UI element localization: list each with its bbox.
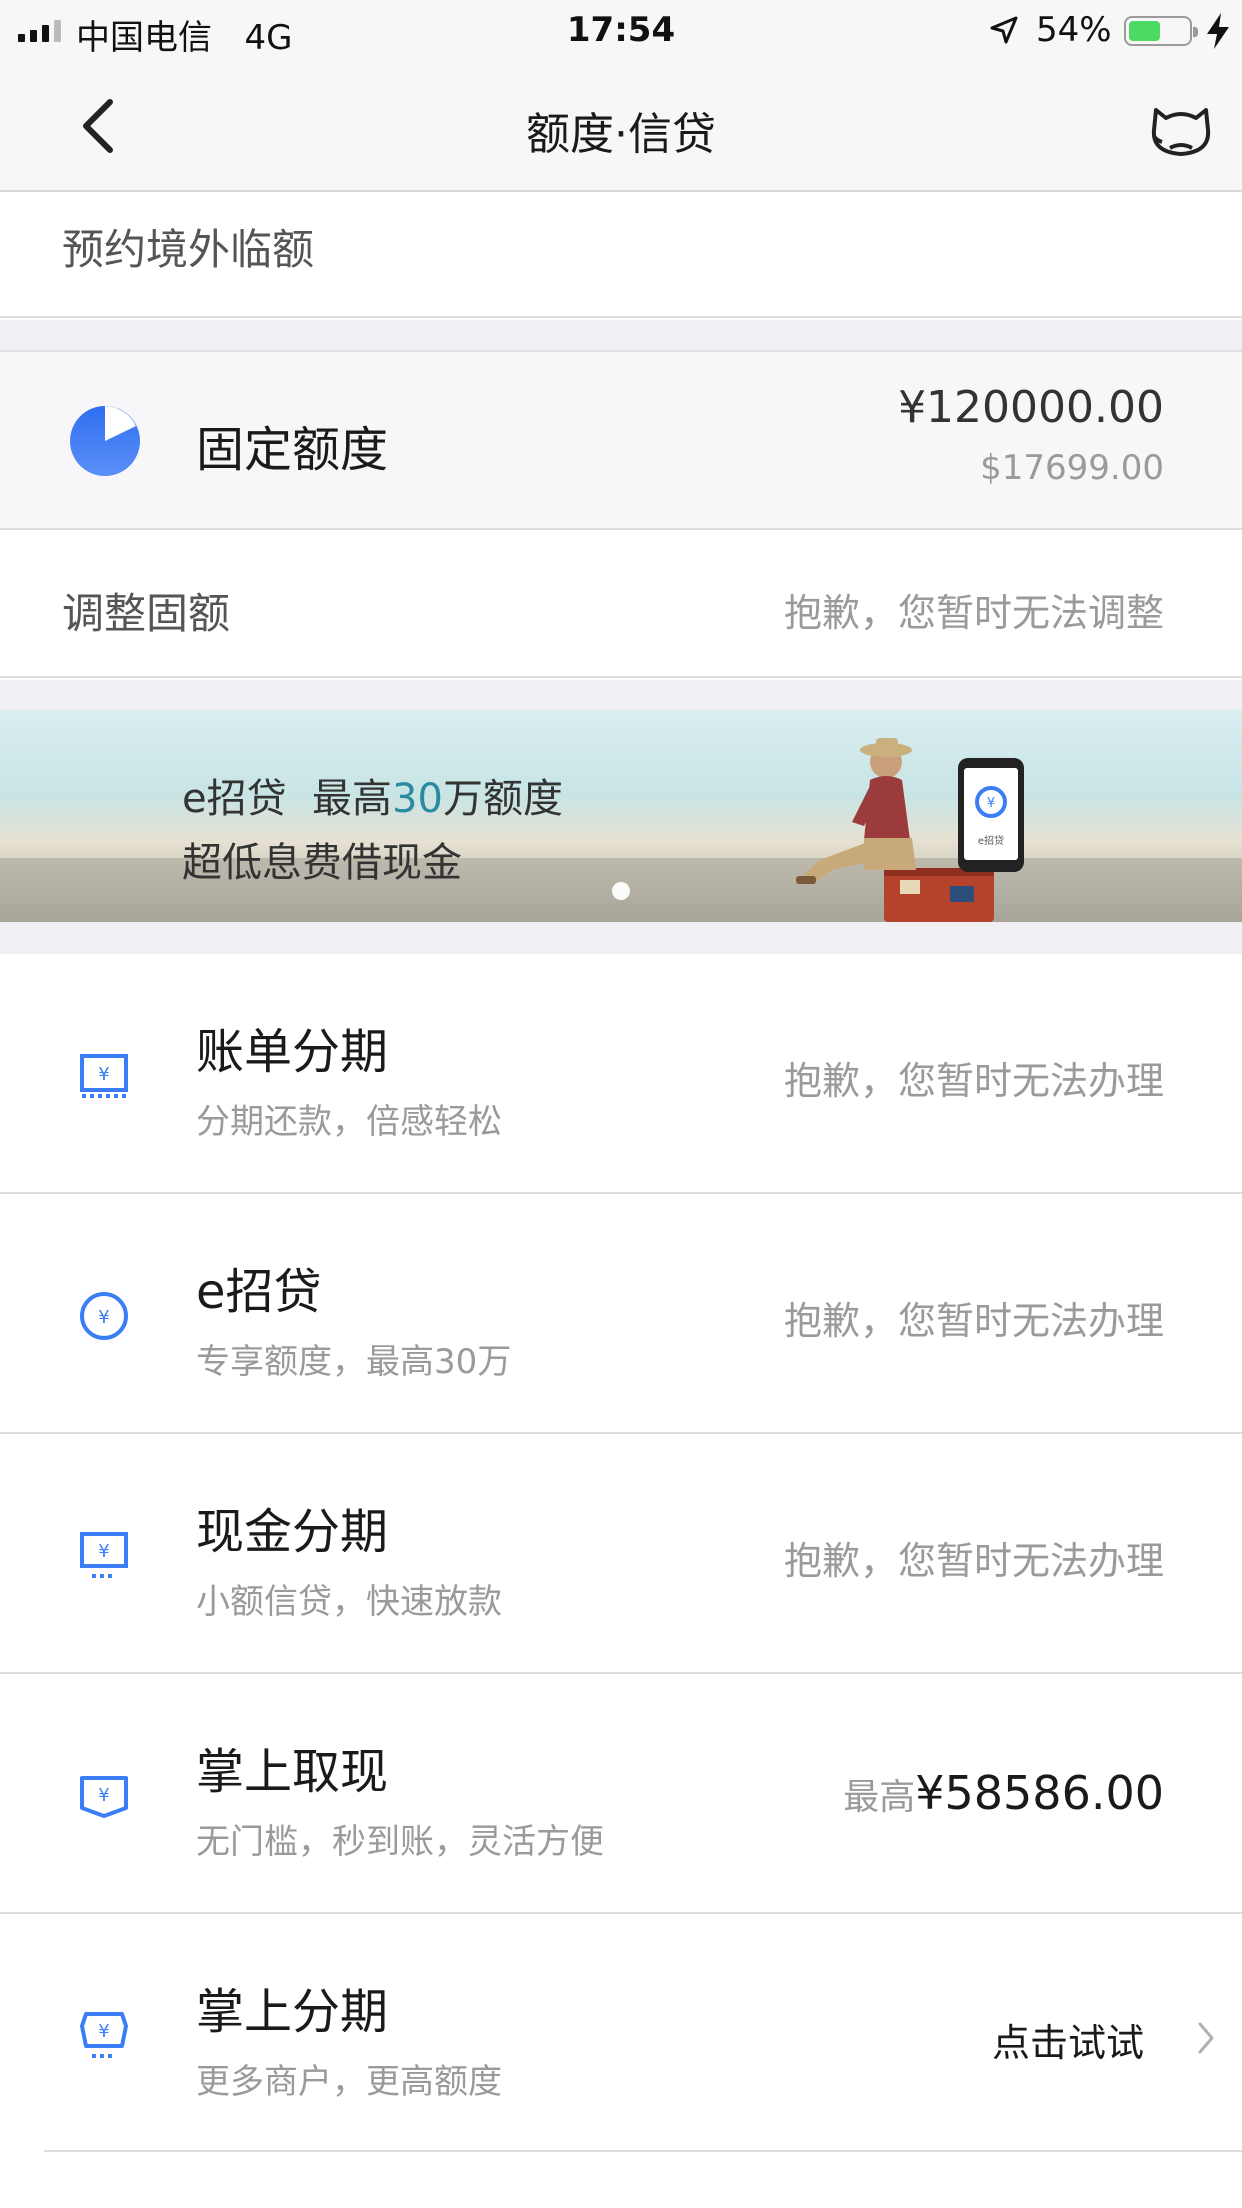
product-e-loan[interactable]: ¥ e招贷 专享额度，最高30万 抱歉，您暂时无法办理: [0, 1194, 1242, 1434]
product-name: e招贷: [196, 1264, 322, 1320]
product-cash-installment[interactable]: ¥ 现金分期 小额信贷，快速放款 抱歉，您暂时无法办理: [0, 1434, 1242, 1674]
product-status: 抱歉，您暂时无法办理: [783, 1299, 1164, 1343]
list-end-divider: [44, 2150, 1242, 2152]
adjust-fixed-limit-row[interactable]: 调整固额 抱歉，您暂时无法调整: [0, 530, 1242, 678]
product-name: 现金分期: [196, 1504, 389, 1560]
charging-bolt-icon: [1207, 13, 1229, 49]
promo-banner[interactable]: e招贷 最高30万额度 超低息费借现金 ¥ e招贷: [0, 710, 1242, 922]
prebook-label: 预约境外临额: [62, 225, 315, 274]
product-status: 抱歉，您暂时无法办理: [783, 1539, 1164, 1583]
product-name: 掌上分期: [196, 1984, 389, 2040]
mobile-installment-icon: ¥: [80, 2012, 128, 2058]
banner-subline: 超低息费借现金: [182, 840, 462, 886]
max-withdraw-amount: 最高¥58586.00: [843, 1766, 1164, 1820]
product-mobile-installment[interactable]: ¥ 掌上分期 更多商户，更高额度 点击试试: [0, 1914, 1242, 2154]
cash-withdraw-icon: ¥: [80, 1776, 128, 1818]
adjust-label: 调整固额: [62, 589, 231, 638]
section-gap: [0, 680, 1242, 710]
svg-text:¥: ¥: [98, 1541, 109, 1562]
prebook-overseas-limit-row[interactable]: 预约境外临额: [0, 192, 1242, 318]
location-arrow-icon: [990, 16, 1018, 44]
battery-percent: 54%: [1036, 10, 1112, 50]
banner-phone-label: e招贷: [978, 834, 1004, 847]
product-name: 账单分期: [196, 1024, 389, 1080]
svg-text:¥: ¥: [98, 2021, 109, 2042]
product-subtitle: 专享额度，最高30万: [196, 1342, 512, 1382]
pie-chart-icon: [70, 406, 140, 476]
product-cash-withdraw[interactable]: ¥ 掌上取现 无门槛，秒到账，灵活方便 最高¥58586.00: [0, 1674, 1242, 1914]
svg-text:¥: ¥: [98, 1064, 109, 1085]
fixed-limit-card: 固定额度 ¥120000.00 $17699.00: [0, 350, 1242, 530]
svg-text:¥: ¥: [98, 1307, 109, 1328]
battery-icon: [1124, 16, 1198, 46]
status-bar: 中国电信 4G 17:54 54%: [0, 0, 1242, 62]
product-subtitle: 更多商户，更高额度: [196, 2062, 502, 2102]
nav-bar: 额度·信贷: [0, 62, 1242, 192]
banner-illustration: ¥ e招贷: [796, 738, 1024, 922]
product-subtitle: 小额信贷，快速放款: [196, 1582, 502, 1622]
fixed-limit-cny-amount: ¥120000.00: [898, 382, 1164, 433]
fixed-limit-label: 固定额度: [196, 422, 389, 478]
banner-headline: e招贷 最高30万额度: [182, 776, 563, 822]
try-now-link[interactable]: 点击试试: [992, 2012, 1144, 2067]
svg-text:¥: ¥: [98, 1785, 109, 1806]
fixed-limit-usd-amount: $17699.00: [980, 448, 1164, 488]
section-gap: [0, 922, 1242, 954]
product-status: 抱歉，您暂时无法办理: [783, 1059, 1164, 1103]
carousel-dot[interactable]: [612, 882, 630, 900]
adjust-status: 抱歉，您暂时无法调整: [783, 591, 1164, 635]
bill-installment-icon: ¥: [80, 1054, 128, 1098]
cash-installment-icon: ¥: [80, 1532, 128, 1578]
svg-text:¥: ¥: [987, 796, 995, 811]
product-name: 掌上取现: [196, 1744, 389, 1800]
e-loan-icon: ¥: [80, 1292, 128, 1340]
page-title: 额度·信贷: [526, 109, 716, 160]
product-subtitle: 分期还款，倍感轻松: [196, 1102, 502, 1142]
chevron-right-icon: [1198, 2022, 1214, 2054]
section-gap: [0, 320, 1242, 350]
cat-mascot-icon[interactable]: [1148, 96, 1214, 162]
product-subtitle: 无门槛，秒到账，灵活方便: [196, 1822, 604, 1862]
product-bill-installment[interactable]: ¥ 账单分期 分期还款，倍感轻松 抱歉，您暂时无法办理: [0, 954, 1242, 1194]
